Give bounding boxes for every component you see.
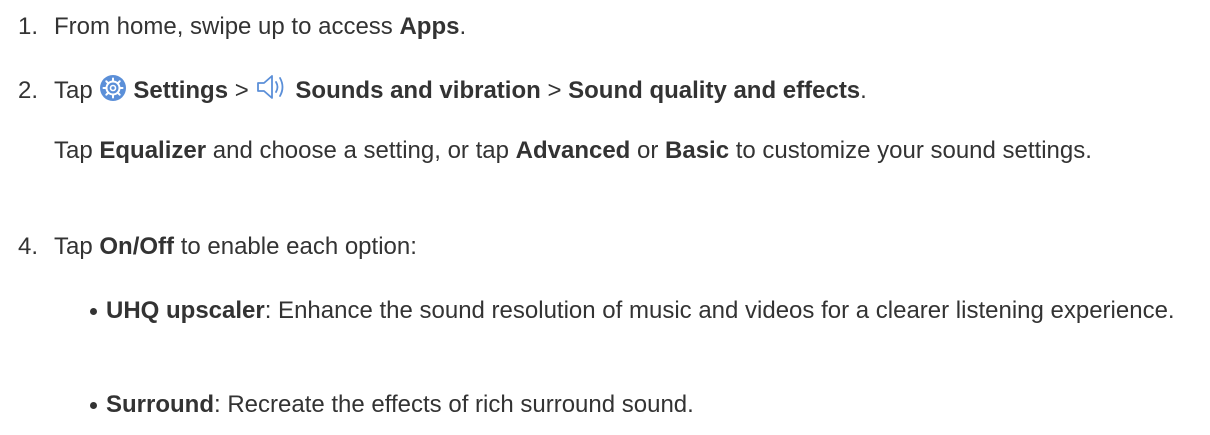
advanced-label: Advanced [515,137,631,164]
bullet-dot [90,402,97,409]
instructions-document: 1. From home, swipe up to access Apps. 2.… [0,0,1210,435]
step-end: . [860,77,867,104]
option-uhq-upscaler: UHQ upscaler: Enhance the sound resoluti… [90,294,1210,328]
step-end: . [459,13,467,40]
step-text: to enable each option: [174,233,417,260]
separator: > [234,77,249,104]
step-1: 1. From home, swipe up to access Apps. [18,10,1198,44]
step-2: 2. Tap Settings > Sounds and vibration >… [18,72,1198,112]
on-off-label: On/Off [99,233,175,260]
speaker-icon [255,72,289,112]
option-title: UHQ upscaler [106,297,265,324]
apps-label: Apps [399,13,460,40]
step-text: From home, swipe up to access [54,13,400,40]
settings-label: Settings [133,77,229,104]
basic-label: Basic [665,137,730,164]
option-desc: : Recreate the effects of rich surround … [214,391,694,418]
step-number: 1. [18,13,39,40]
equalizer-label: Equalizer [99,137,207,164]
gear-icon [99,74,127,112]
step-number: 3. [0,134,54,168]
tap-label: Tap [54,77,93,104]
option-desc: : Enhance the sound resolution of music … [264,297,1175,324]
sounds-vibration-label: Sounds and vibration [295,77,541,104]
bullet-dot [90,308,97,315]
step-number: 4. [18,233,39,260]
step-text: and choose a setting, or tap [206,137,516,164]
tap-label: Tap [54,137,100,164]
step-number: 2. [18,77,39,104]
tap-label: Tap [54,233,100,260]
step-3: 3.Tap Equalizer and choose a setting, or… [0,134,1210,168]
sound-quality-label: Sound quality and effects [568,77,861,104]
step-4: 4. Tap On/Off to enable each option: [18,230,1198,264]
separator: > [547,77,562,104]
step-text: or [630,137,666,164]
step-text: to customize your sound settings. [729,137,1092,164]
option-surround: Surround: Recreate the effects of rich s… [90,388,1210,422]
option-title: Surround [106,391,214,418]
